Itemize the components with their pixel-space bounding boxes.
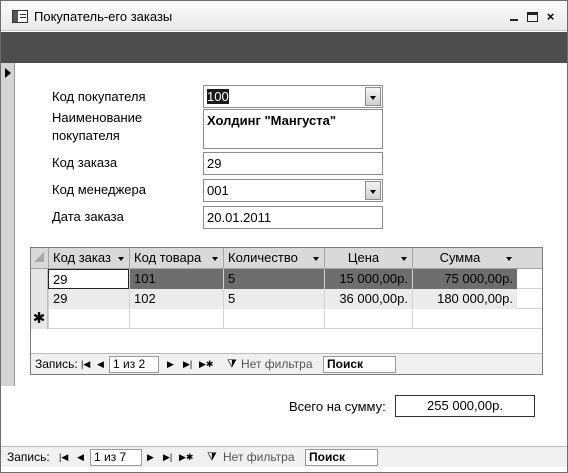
column-dropdown-icon[interactable] <box>212 257 218 261</box>
column-dropdown-icon[interactable] <box>313 257 319 261</box>
new-record-row[interactable]: ✱ <box>31 309 542 329</box>
orders-subform: Код заказ Код товара Количество Цена Сум… <box>30 247 543 375</box>
new-record-nav-icon[interactable]: ▶✱ <box>199 358 213 370</box>
customer-name-field[interactable]: Холдинг "Мангуста" <box>203 109 383 149</box>
manager-code-value: 001 <box>207 183 229 198</box>
table-cell[interactable] <box>324 309 412 329</box>
customer-name-label-line2: покупателя <box>52 128 120 143</box>
dropdown-arrow-icon[interactable] <box>365 181 381 200</box>
filter-status[interactable]: Нет фильтра <box>223 450 295 464</box>
column-dropdown-icon[interactable] <box>506 257 512 261</box>
customer-code-value: 100 <box>207 89 229 104</box>
table-cell[interactable] <box>412 309 517 329</box>
record-selector[interactable] <box>1 63 15 386</box>
new-record-icon: ✱ <box>31 309 48 329</box>
previous-record-icon[interactable]: ◀ <box>77 451 84 463</box>
table-cell[interactable]: 29 <box>48 289 129 309</box>
table-cell[interactable]: 5 <box>223 269 324 289</box>
table-cell[interactable]: 180 000,00р. <box>412 289 517 309</box>
order-date-label: Дата заказа <box>52 209 124 224</box>
column-header[interactable]: Код заказ <box>48 248 129 269</box>
column-header[interactable]: Код товара <box>129 248 223 269</box>
total-value[interactable]: 255 000,00р. <box>395 395 535 417</box>
select-all-corner[interactable] <box>31 248 48 269</box>
column-dropdown-icon[interactable] <box>118 257 124 261</box>
table-cell[interactable]: 29 <box>48 269 129 289</box>
current-record-arrow-icon <box>5 68 11 78</box>
filter-icon[interactable]: ⧩ <box>207 451 217 464</box>
order-code-label: Код заказа <box>52 155 118 170</box>
row-selector[interactable] <box>31 289 48 309</box>
manager-code-combo[interactable]: 001 <box>203 179 383 202</box>
new-record-nav-icon[interactable]: ▶✱ <box>179 451 193 463</box>
dropdown-arrow-icon[interactable] <box>365 87 381 106</box>
column-header[interactable]: Сумма <box>412 248 517 269</box>
title-bar: Покупатель-его заказы × <box>1 1 567 31</box>
next-record-icon[interactable]: ▶ <box>167 358 174 370</box>
order-date-field[interactable]: 20.01.2011 <box>203 206 383 229</box>
main-navigation-bar: Запись: |◀ ◀ 1 из 7 ▶ ▶| ▶✱ ⧩ Нет фильтр… <box>1 446 567 467</box>
search-input[interactable]: Поиск <box>323 356 396 373</box>
subform-navigation-bar: Запись: |◀ ◀ 1 из 2 ▶ ▶| ▶✱ ⧩ Нет фильтр… <box>31 353 542 374</box>
window-title: Покупатель-его заказы <box>34 9 173 24</box>
table-cell[interactable]: 5 <box>223 289 324 309</box>
total-label: Всего на сумму: <box>289 399 386 414</box>
table-cell[interactable]: 36 000,00р. <box>324 289 412 309</box>
first-record-icon[interactable]: |◀ <box>59 451 68 463</box>
table-row[interactable]: 29 101 5 15 000,00р. 75 000,00р. <box>31 269 542 289</box>
grid-header: Код заказ Код товара Количество Цена Сум… <box>31 248 542 269</box>
table-cell[interactable] <box>223 309 324 329</box>
table-cell[interactable]: 15 000,00р. <box>324 269 412 289</box>
maximize-button[interactable] <box>527 12 538 22</box>
close-button[interactable]: × <box>545 10 556 23</box>
form-icon <box>12 10 28 23</box>
record-position-input[interactable]: 1 из 7 <box>90 449 142 466</box>
filter-status[interactable]: Нет фильтра <box>241 357 313 371</box>
first-record-icon[interactable]: |◀ <box>81 358 90 370</box>
minimize-button[interactable] <box>509 12 520 22</box>
table-cell[interactable] <box>129 309 223 329</box>
manager-code-label: Код менеджера <box>52 182 146 197</box>
record-label: Запись: <box>7 450 50 464</box>
table-cell[interactable] <box>48 309 129 329</box>
table-row[interactable]: 29 102 5 36 000,00р. 180 000,00р. <box>31 289 542 309</box>
table-cell[interactable]: 101 <box>129 269 223 289</box>
last-record-icon[interactable]: ▶| <box>183 358 192 370</box>
form-header <box>1 32 567 63</box>
next-record-icon[interactable]: ▶ <box>147 451 154 463</box>
customer-code-combo[interactable]: 100 <box>203 85 383 108</box>
last-record-icon[interactable]: ▶| <box>163 451 172 463</box>
table-cell[interactable]: 75 000,00р. <box>412 269 517 289</box>
order-code-field[interactable]: 29 <box>203 152 383 175</box>
form-window: Покупатель-его заказы × Код покупателя 1… <box>0 0 568 473</box>
record-label: Запись: <box>35 357 78 371</box>
record-position-input[interactable]: 1 из 2 <box>109 356 159 373</box>
customer-name-label-line1: Наименование <box>52 110 143 125</box>
row-selector[interactable] <box>31 269 48 289</box>
column-dropdown-icon[interactable] <box>401 257 407 261</box>
previous-record-icon[interactable]: ◀ <box>97 358 104 370</box>
column-header[interactable]: Цена <box>324 248 412 269</box>
search-input[interactable]: Поиск <box>305 449 378 466</box>
filter-icon[interactable]: ⧩ <box>227 358 237 371</box>
customer-code-label: Код покупателя <box>52 89 146 104</box>
column-header[interactable]: Количество <box>223 248 324 269</box>
table-cell[interactable]: 102 <box>129 289 223 309</box>
